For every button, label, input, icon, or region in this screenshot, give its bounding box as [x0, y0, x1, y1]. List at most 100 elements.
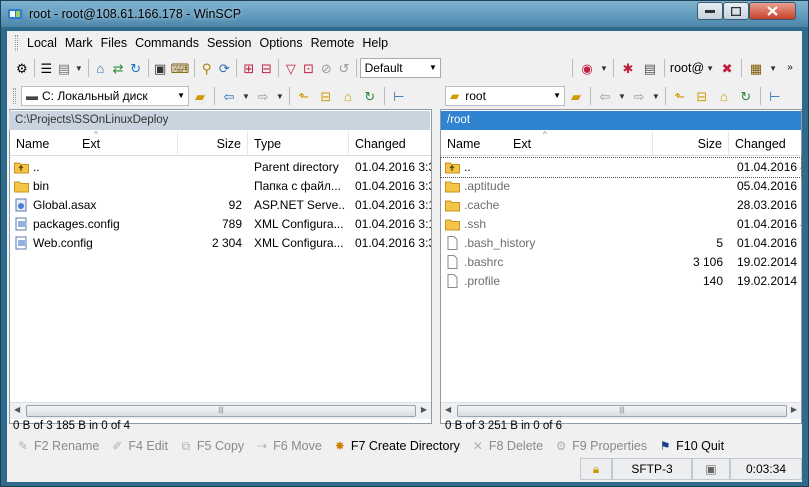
chevron-down-icon[interactable]: ▼: [276, 92, 284, 101]
compare-directories-icon[interactable]: ▤: [57, 59, 71, 77]
queue-icon[interactable]: ▦: [747, 59, 765, 77]
menu-session[interactable]: Session: [203, 32, 255, 54]
select-all-icon[interactable]: ⊞: [242, 59, 256, 77]
table-row[interactable]: bin Папка с файл... 01.04.2016 3:3: [10, 177, 431, 196]
fkey-f10-button[interactable]: ⚑ F10 Quit: [657, 438, 724, 454]
menu-help[interactable]: Help: [358, 32, 392, 54]
queue-list-icon[interactable]: ☰: [39, 59, 53, 77]
menu-local[interactable]: Local: [23, 32, 61, 54]
unselect-icon[interactable]: ⊟: [260, 59, 274, 77]
table-row[interactable]: .ssh 01.04.2016 4: [441, 215, 801, 234]
table-row[interactable]: .bash_history 5 01.04.2016 6: [441, 234, 801, 253]
forward-arrow-icon[interactable]: ⇨: [254, 87, 272, 105]
fkey-f5-button[interactable]: ⧉ F5 Copy: [178, 438, 245, 454]
fkey-f4-button[interactable]: ✐ F4 Edit: [109, 438, 168, 454]
fkey-f7-button[interactable]: ✸ F7 Create Directory: [332, 438, 460, 454]
fkey-f9-button[interactable]: ⚙ F9 Properties: [553, 438, 647, 454]
table-row[interactable]: Global.asax 92 ASP.NET Serve... 01.04.2016 …: [10, 196, 431, 215]
table-row[interactable]: .aptitude 05.04.2016 2: [441, 177, 801, 196]
chevron-down-icon[interactable]: ▼: [75, 64, 83, 73]
chevron-down-icon[interactable]: ▼: [242, 92, 250, 101]
open-folder-icon[interactable]: ▰: [567, 87, 585, 105]
table-row[interactable]: Web.config 2 304 XML Configura... 01.04.201…: [10, 234, 431, 253]
panel-splitter[interactable]: [432, 109, 440, 422]
root-directory-icon[interactable]: ⊟: [693, 87, 711, 105]
disconnect-session-icon[interactable]: ✖: [718, 59, 736, 77]
remote-dir-select[interactable]: ▰ root ▼: [445, 86, 565, 106]
table-row[interactable]: packages.config 789 XML Configura... 01.04.…: [10, 215, 431, 234]
minimize-button[interactable]: [697, 2, 723, 20]
refresh-icon[interactable]: ↻: [737, 87, 755, 105]
close-button[interactable]: [749, 2, 796, 20]
title-bar[interactable]: root - root@108.61.166.178 - WinSCP: [1, 1, 808, 27]
transfer-settings-combo[interactable]: Default ▼: [359, 58, 441, 78]
new-tab-icon[interactable]: ✱: [619, 59, 637, 77]
chevron-down-icon[interactable]: ▼: [600, 64, 608, 73]
toolbar-grip[interactable]: [15, 35, 18, 51]
column-type[interactable]: Type: [248, 132, 349, 156]
root-directory-icon[interactable]: ⊟: [317, 87, 335, 105]
column-changed[interactable]: Changed: [349, 132, 431, 156]
column-size[interactable]: Size: [653, 132, 729, 156]
restore-selection-icon[interactable]: ↺: [337, 59, 351, 77]
chevron-down-icon[interactable]: ▼: [769, 64, 777, 73]
menu-files[interactable]: Files: [97, 32, 131, 54]
column-ext-label[interactable]: Ext: [513, 132, 531, 156]
parent-directory-icon[interactable]: ⬑: [671, 87, 689, 105]
scrollbar-thumb[interactable]: |||: [457, 405, 787, 417]
parent-directory-icon[interactable]: ⬑: [295, 87, 313, 105]
chevron-down-icon[interactable]: ▼: [706, 64, 714, 73]
fkey-f2-button[interactable]: ✎ F2 Rename: [15, 438, 99, 454]
local-path-bar[interactable]: C:\Projects\SSOnLinuxDeploy: [9, 111, 430, 130]
column-size[interactable]: Size: [178, 132, 248, 156]
clear-selection-icon[interactable]: ⊘: [319, 59, 333, 77]
back-arrow-icon[interactable]: ⇦: [220, 87, 238, 105]
tree-view-icon[interactable]: ⊢: [766, 87, 784, 105]
menu-commands[interactable]: Commands: [131, 32, 203, 54]
putty-icon[interactable]: ⌨: [171, 59, 190, 77]
table-row[interactable]: .. Parent directory 01.04.2016 3:3: [10, 158, 431, 177]
maximize-button[interactable]: [723, 2, 749, 20]
fkey-f6-button[interactable]: ⇢ F6 Move: [254, 438, 322, 454]
table-row[interactable]: .bashrc 3 106 19.02.2014 1: [441, 253, 801, 272]
menu-remote[interactable]: Remote: [307, 32, 359, 54]
local-drive-select[interactable]: ▬ C: Локальный диск ▼: [21, 86, 189, 106]
column-changed[interactable]: Changed: [729, 132, 801, 156]
home-directory-icon[interactable]: ⌂: [339, 87, 357, 105]
scrollbar-thumb[interactable]: |||: [26, 405, 416, 417]
scroll-right-arrow-icon[interactable]: ▶: [421, 405, 427, 414]
table-row[interactable]: .profile 140 19.02.2014 1: [441, 272, 801, 291]
new-session-globe-icon[interactable]: ◉: [578, 59, 596, 77]
scroll-left-arrow-icon[interactable]: ◀: [14, 405, 20, 414]
refresh-icon[interactable]: ↻: [129, 59, 143, 77]
keep-up-to-date-icon[interactable]: ⟳: [217, 59, 231, 77]
invert-selection-icon[interactable]: ⊡: [302, 59, 316, 77]
menu-mark[interactable]: Mark: [61, 32, 97, 54]
tree-view-icon[interactable]: ⊢: [390, 87, 408, 105]
synchronize-icon[interactable]: ⇄: [111, 59, 125, 77]
find-files-icon[interactable]: ⚲: [200, 59, 214, 77]
chevron-down-icon[interactable]: ▼: [652, 92, 660, 101]
filter-icon[interactable]: ▽: [284, 59, 298, 77]
scroll-left-arrow-icon[interactable]: ◀: [445, 405, 451, 414]
preferences-gear-icon[interactable]: ⚙: [15, 59, 29, 77]
menu-options[interactable]: Options: [255, 32, 306, 54]
table-row[interactable]: .. 01.04.2016 4: [440, 157, 802, 178]
fkey-f8-button[interactable]: ✕ F8 Delete: [470, 438, 543, 454]
back-arrow-icon[interactable]: ⇦: [596, 87, 614, 105]
console-icon[interactable]: ▣: [153, 59, 167, 77]
synchronize-browsing-icon[interactable]: ⌂: [94, 59, 108, 77]
refresh-icon[interactable]: ↻: [361, 87, 379, 105]
toolbar-overflow-icon[interactable]: »: [781, 59, 799, 77]
session-tab-label[interactable]: root@: [670, 61, 704, 75]
column-name[interactable]: Name Ext ^: [10, 130, 178, 156]
table-row[interactable]: .cache 28.03.2016 1: [441, 196, 801, 215]
home-directory-icon[interactable]: ⌂: [715, 87, 733, 105]
remote-path-bar[interactable]: /root: [441, 111, 801, 130]
scroll-right-arrow-icon[interactable]: ▶: [791, 405, 797, 414]
session-manager-icon[interactable]: ▤: [641, 59, 659, 77]
open-folder-icon[interactable]: ▰: [191, 87, 209, 105]
column-name[interactable]: Name Ext ^: [441, 130, 653, 156]
forward-arrow-icon[interactable]: ⇨: [630, 87, 648, 105]
chevron-down-icon[interactable]: ▼: [618, 92, 626, 101]
